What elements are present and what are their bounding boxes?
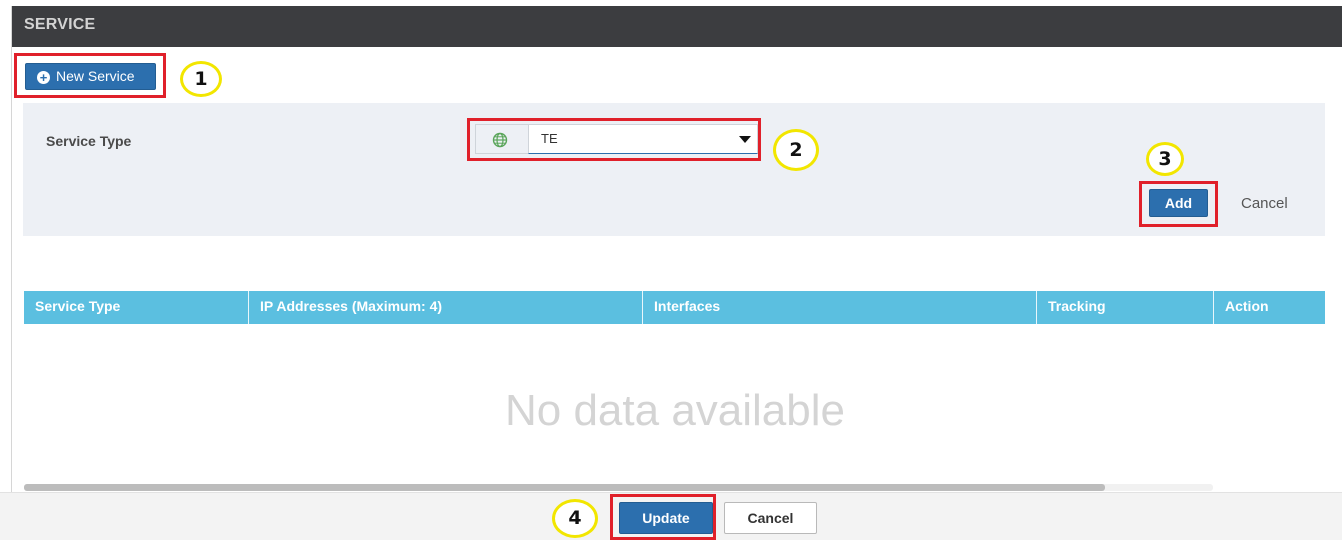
callout-1: 1 xyxy=(180,61,222,97)
add-button[interactable]: Add xyxy=(1149,189,1208,217)
column-header-tracking[interactable]: Tracking xyxy=(1037,291,1214,324)
service-type-label: Service Type xyxy=(46,133,132,149)
callout-2: 2 xyxy=(773,129,819,171)
footer-cancel-button[interactable]: Cancel xyxy=(724,502,817,534)
new-service-button[interactable]: + New Service xyxy=(25,63,156,90)
column-header-interfaces[interactable]: Interfaces xyxy=(643,291,1037,324)
horizontal-scrollbar-thumb[interactable] xyxy=(24,484,1105,491)
callout-3: 3 xyxy=(1146,142,1184,176)
column-header-ip-addresses[interactable]: IP Addresses (Maximum: 4) xyxy=(249,291,643,324)
new-service-label: New Service xyxy=(56,68,135,84)
callout-4: 4 xyxy=(552,499,598,538)
column-header-service-type[interactable]: Service Type xyxy=(24,291,249,324)
update-button[interactable]: Update xyxy=(619,502,713,534)
empty-table-message: No data available xyxy=(504,386,845,435)
panel-header: SERVICE xyxy=(12,6,1342,47)
highlight-select xyxy=(467,118,761,161)
column-header-action[interactable]: Action xyxy=(1214,291,1325,324)
panel-title: SERVICE xyxy=(24,16,96,33)
table-header: Service Type IP Addresses (Maximum: 4) I… xyxy=(24,291,1325,324)
plus-circle-icon: + xyxy=(37,71,50,84)
form-cancel-button[interactable]: Cancel xyxy=(1241,195,1288,212)
